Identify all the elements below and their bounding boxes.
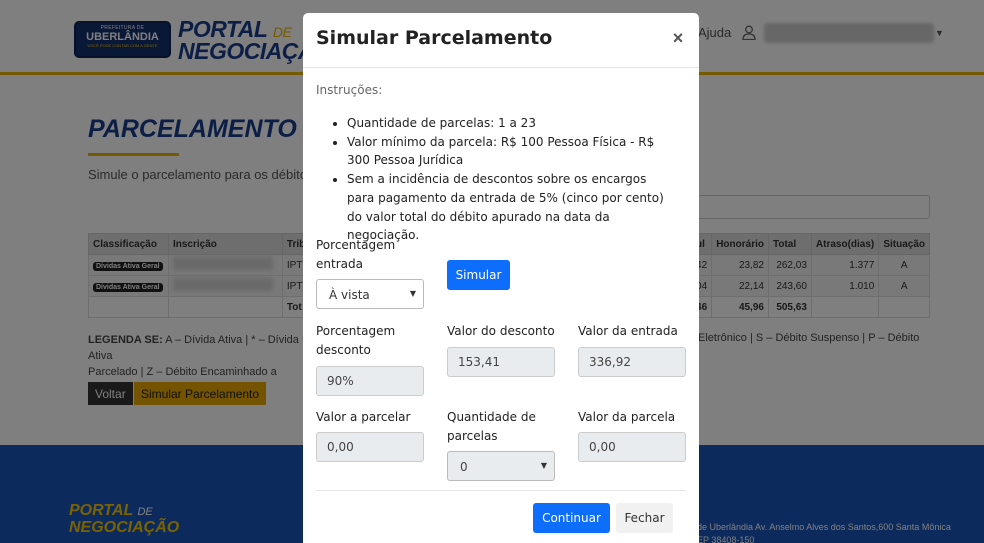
modal-title: Simular Parcelamento bbox=[316, 27, 553, 49]
valor-parcelar-field[interactable]: 0,00 bbox=[316, 432, 424, 462]
fechar-button[interactable]: Fechar bbox=[616, 503, 673, 533]
instructions-label: Instruções: bbox=[316, 83, 383, 97]
continuar-button[interactable]: Continuar bbox=[533, 503, 610, 533]
valor-desconto-label: Valor do desconto bbox=[447, 324, 555, 338]
close-icon[interactable]: × bbox=[669, 27, 687, 49]
simular-button[interactable]: Simular bbox=[447, 260, 510, 290]
quantidade-parcelas-select[interactable]: 0 ▼ bbox=[447, 451, 555, 481]
instructions-list: Quantidade de parcelas: 1 a 23 Valor mín… bbox=[333, 114, 673, 245]
valor-parcela-label: Valor da parcela bbox=[578, 410, 676, 424]
valor-parcelar-label: Valor a parcelar bbox=[316, 410, 411, 424]
chevron-down-icon: ▼ bbox=[409, 289, 416, 298]
porcentagem-desconto-field[interactable]: 90% bbox=[316, 366, 424, 396]
valor-desconto-field[interactable]: 153,41 bbox=[447, 347, 555, 377]
simular-parcelamento-modal: Simular Parcelamento × Instruções: Quant… bbox=[303, 13, 699, 543]
list-item: Valor mínimo da parcela: R$ 100 Pessoa F… bbox=[347, 133, 673, 170]
modal-footer-divider bbox=[316, 490, 686, 491]
valor-parcela-field[interactable]: 0,00 bbox=[578, 432, 686, 462]
chevron-down-icon: ▼ bbox=[540, 461, 547, 470]
porcentagem-entrada-select[interactable]: À vista ▼ bbox=[316, 279, 424, 309]
quantidade-parcelas-label: Quantidade de parcelas bbox=[447, 410, 536, 443]
list-item: Sem a incidência de descontos sobre os e… bbox=[347, 170, 673, 245]
valor-entrada-label: Valor da entrada bbox=[578, 324, 678, 338]
modal-header: Simular Parcelamento × bbox=[303, 13, 699, 68]
porcentagem-desconto-label: Porcentagem desconto bbox=[316, 324, 396, 357]
porcentagem-entrada-label: Porcentagem entrada bbox=[316, 238, 396, 271]
valor-entrada-field[interactable]: 336,92 bbox=[578, 347, 686, 377]
list-item: Quantidade de parcelas: 1 a 23 bbox=[347, 114, 673, 133]
